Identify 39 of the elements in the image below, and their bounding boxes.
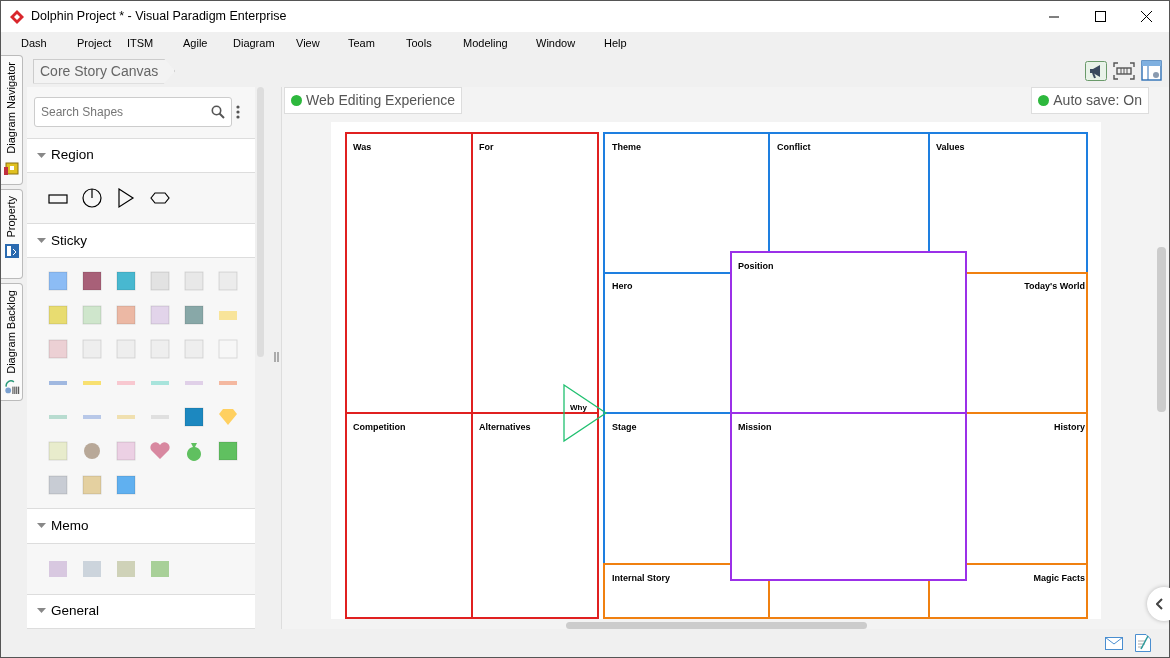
window-title: Dolphin Project * - Visual Paradigm Enterprise: [31, 8, 287, 26]
side-tab[interactable]: Property: [1, 189, 23, 279]
section-header[interactable]: General: [51, 601, 100, 622]
section-header[interactable]: Memo: [51, 515, 89, 537]
region-label: Position: [738, 261, 774, 271]
breadcrumb[interactable]: Core Story Canvas: [33, 58, 176, 84]
diagram-title[interactable]: Web Editing Experience: [284, 87, 463, 114]
region-label: Values: [936, 142, 965, 152]
region-label: Competition: [353, 422, 406, 432]
section-header[interactable]: Region: [51, 145, 94, 166]
region-label: Conflict: [777, 142, 811, 152]
region-label: For: [479, 142, 494, 152]
search-field[interactable]: Search Shapes: [34, 97, 232, 128]
menu-item[interactable]: Project: [77, 35, 127, 52]
region-label: Mission: [738, 422, 772, 432]
region-label: Was: [353, 142, 372, 152]
menu-item[interactable]: View: [296, 35, 348, 52]
region-label: Alternatives: [479, 422, 531, 432]
menu-item[interactable]: Team: [348, 35, 406, 52]
side-tab[interactable]: Diagram Navigator: [1, 55, 23, 185]
region-label: Theme: [612, 142, 641, 152]
menu-item[interactable]: Dash: [21, 35, 77, 52]
menu-item[interactable]: Modeling: [463, 35, 536, 52]
region-label: Magic Facts: [1033, 573, 1085, 583]
region-label: Stage: [612, 422, 637, 432]
menu-item[interactable]: Window: [536, 35, 604, 52]
menu-item[interactable]: ITSM: [127, 35, 183, 52]
menu-item[interactable]: Help: [604, 35, 644, 52]
region-label: Today's World: [1024, 281, 1085, 291]
region-label: History: [1054, 422, 1085, 432]
side-tab[interactable]: Diagram Backlog: [1, 283, 23, 401]
triangle-label: Why: [570, 403, 587, 412]
section-header[interactable]: Sticky: [51, 230, 87, 251]
menu-item[interactable]: Agile: [183, 35, 233, 52]
region-label: Internal Story: [612, 573, 670, 583]
menu-item[interactable]: Tools: [406, 35, 463, 52]
autosave-status[interactable]: Auto save: On: [1031, 87, 1149, 114]
menu-item[interactable]: Diagram: [233, 35, 296, 52]
region-label: Hero: [612, 281, 633, 291]
